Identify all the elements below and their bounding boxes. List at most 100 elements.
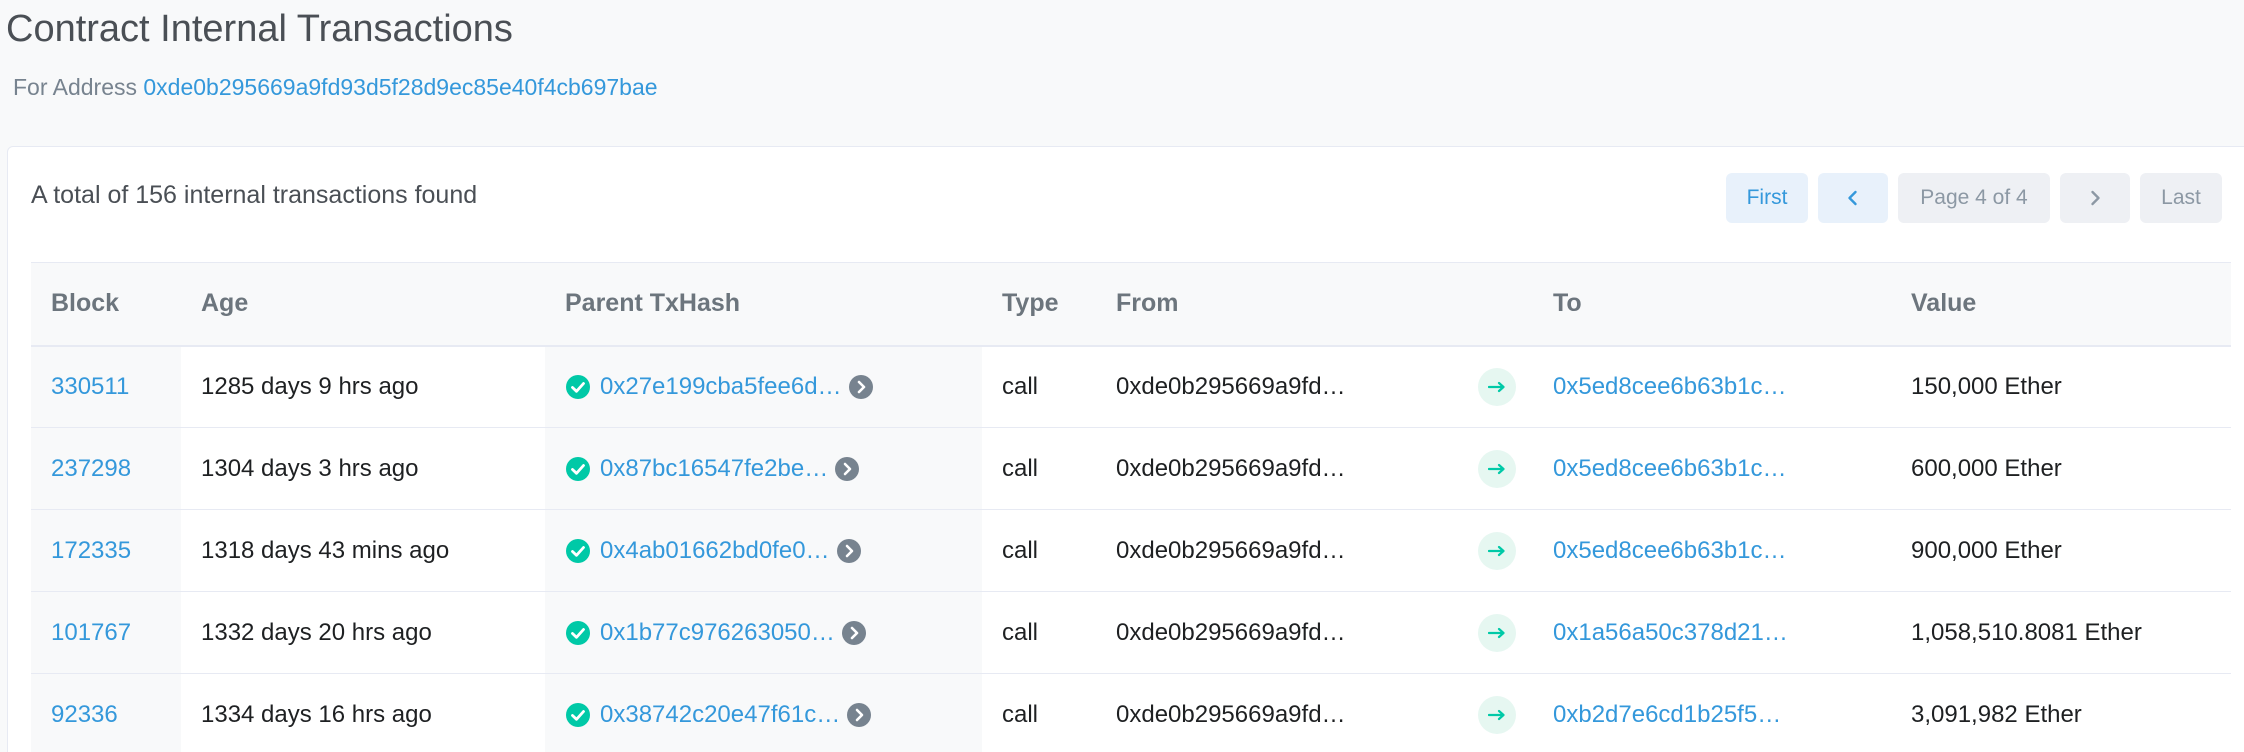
direction-cell — [1456, 673, 1533, 752]
block-cell: 172335 — [31, 509, 181, 592]
success-check-icon — [566, 620, 590, 645]
address-prefix: For Address — [13, 74, 137, 100]
arrow-right-icon — [1478, 531, 1516, 570]
block-cell: 237298 — [31, 427, 181, 510]
to-address-link[interactable]: 0x5ed8cee6b63b1c… — [1553, 537, 1787, 565]
col-header-value: Value — [1891, 262, 2231, 347]
parent-txhash-link[interactable]: 0x27e199cba5fee6d… — [600, 373, 842, 401]
page-title: Contract Internal Transactions — [6, 8, 513, 50]
parent-txhash-link[interactable]: 0x38742c20e47f61c… — [600, 701, 840, 729]
col-header-block: Block — [31, 262, 181, 347]
table-header-row: Block Age Parent TxHash Type From To Val… — [31, 262, 2231, 347]
chevron-circle-right-icon[interactable] — [834, 456, 860, 482]
age-cell: 1304 days 3 hrs ago — [181, 427, 545, 510]
arrow-right-icon — [1478, 367, 1516, 406]
block-link[interactable]: 101767 — [51, 619, 131, 646]
parent-txhash-cell: 0x1b77c976263050… — [545, 591, 982, 674]
chevron-circle-right-icon[interactable] — [836, 538, 862, 564]
direction-cell — [1456, 509, 1533, 592]
from-cell: 0xde0b295669a9fd… — [1096, 345, 1456, 428]
age-cell: 1332 days 20 hrs ago — [181, 591, 545, 674]
block-cell: 92336 — [31, 673, 181, 752]
col-header-from: From — [1096, 262, 1456, 347]
success-check-icon — [566, 538, 590, 563]
parent-txhash-cell: 0x38742c20e47f61c… — [545, 673, 982, 752]
arrow-right-icon — [1478, 613, 1516, 652]
age-cell: 1318 days 43 mins ago — [181, 509, 545, 592]
from-address: 0xde0b295669a9fd… — [1116, 536, 1346, 564]
from-cell: 0xde0b295669a9fd… — [1096, 427, 1456, 510]
value-cell: 900,000 Ether — [1891, 509, 2231, 592]
page-indicator: Page 4 of 4 — [1898, 173, 2050, 223]
table-row: 101767 1332 days 20 hrs ago 0x1b77c97626… — [31, 591, 2231, 674]
table-row: 92336 1334 days 16 hrs ago 0x38742c20e47… — [31, 673, 2231, 752]
to-address-link[interactable]: 0xb2d7e6cd1b25f5… — [1553, 701, 1781, 729]
value-cell: 3,091,982 Ether — [1891, 673, 2231, 752]
prev-page-button[interactable] — [1818, 173, 1888, 223]
block-cell: 330511 — [31, 345, 181, 428]
age-cell: 1285 days 9 hrs ago — [181, 345, 545, 428]
direction-cell — [1456, 591, 1533, 674]
value-cell: 600,000 Ether — [1891, 427, 2231, 510]
success-check-icon — [566, 374, 590, 399]
first-page-button[interactable]: First — [1726, 173, 1808, 223]
to-address-link[interactable]: 0x1a56a50c378d21… — [1553, 619, 1788, 647]
value-cell: 150,000 Ether — [1891, 345, 2231, 428]
contract-address-link[interactable]: 0xde0b295669a9fd93d5f28d9ec85e40f4cb697b… — [143, 74, 657, 100]
from-cell: 0xde0b295669a9fd… — [1096, 591, 1456, 674]
arrow-right-icon — [1478, 695, 1516, 734]
block-link[interactable]: 92336 — [51, 701, 118, 728]
parent-txhash-link[interactable]: 0x4ab01662bd0fe0… — [600, 537, 830, 565]
parent-txhash-cell: 0x87bc16547fe2be… — [545, 427, 982, 510]
chevron-circle-right-icon[interactable] — [846, 702, 872, 728]
next-page-button[interactable] — [2060, 173, 2130, 223]
to-cell: 0xb2d7e6cd1b25f5… — [1533, 673, 1891, 752]
block-link[interactable]: 330511 — [51, 373, 129, 400]
last-page-button[interactable]: Last — [2140, 173, 2222, 223]
to-cell: 0x5ed8cee6b63b1c… — [1533, 509, 1891, 592]
from-address: 0xde0b295669a9fd… — [1116, 700, 1346, 728]
parent-txhash-cell: 0x4ab01662bd0fe0… — [545, 509, 982, 592]
chevron-circle-right-icon[interactable] — [848, 374, 874, 400]
chevron-circle-right-icon[interactable] — [841, 620, 867, 646]
chevron-left-icon — [1848, 190, 1857, 206]
col-header-parent-txhash: Parent TxHash — [545, 262, 982, 347]
col-header-age: Age — [181, 262, 545, 347]
type-cell: call — [982, 427, 1096, 510]
to-cell: 0x5ed8cee6b63b1c… — [1533, 345, 1891, 428]
to-cell: 0x5ed8cee6b63b1c… — [1533, 427, 1891, 510]
col-header-type: Type — [982, 262, 1096, 347]
block-cell: 101767 — [31, 591, 181, 674]
internal-transactions-table: Block Age Parent TxHash Type From To Val… — [31, 262, 2231, 752]
from-cell: 0xde0b295669a9fd… — [1096, 673, 1456, 752]
success-check-icon — [566, 456, 590, 481]
block-link[interactable]: 172335 — [51, 537, 131, 564]
from-address: 0xde0b295669a9fd… — [1116, 618, 1346, 646]
to-cell: 0x1a56a50c378d21… — [1533, 591, 1891, 674]
col-header-to: To — [1533, 262, 1891, 347]
from-address: 0xde0b295669a9fd… — [1116, 454, 1346, 482]
table-row: 237298 1304 days 3 hrs ago 0x87bc16547fe… — [31, 427, 2231, 510]
chevron-right-icon — [2091, 190, 2100, 206]
arrow-right-icon — [1478, 449, 1516, 488]
to-address-link[interactable]: 0x5ed8cee6b63b1c… — [1553, 455, 1787, 483]
address-subtitle: For Address 0xde0b295669a9fd93d5f28d9ec8… — [13, 74, 658, 101]
from-address: 0xde0b295669a9fd… — [1116, 373, 1346, 401]
parent-txhash-link[interactable]: 0x87bc16547fe2be… — [600, 455, 828, 483]
direction-cell — [1456, 427, 1533, 510]
type-cell: call — [982, 509, 1096, 592]
from-cell: 0xde0b295669a9fd… — [1096, 509, 1456, 592]
parent-txhash-cell: 0x27e199cba5fee6d… — [545, 345, 982, 428]
type-cell: call — [982, 673, 1096, 752]
block-link[interactable]: 237298 — [51, 455, 131, 482]
direction-cell — [1456, 345, 1533, 428]
table-row: 330511 1285 days 9 hrs ago 0x27e199cba5f… — [31, 345, 2231, 428]
to-address-link[interactable]: 0x5ed8cee6b63b1c… — [1553, 373, 1787, 401]
success-check-icon — [566, 702, 590, 727]
total-count-text: A total of 156 internal transactions fou… — [31, 181, 478, 209]
col-header-spacer — [1456, 262, 1533, 347]
age-cell: 1334 days 16 hrs ago — [181, 673, 545, 752]
type-cell: call — [982, 345, 1096, 428]
value-cell: 1,058,510.8081 Ether — [1891, 591, 2231, 674]
parent-txhash-link[interactable]: 0x1b77c976263050… — [600, 619, 835, 647]
